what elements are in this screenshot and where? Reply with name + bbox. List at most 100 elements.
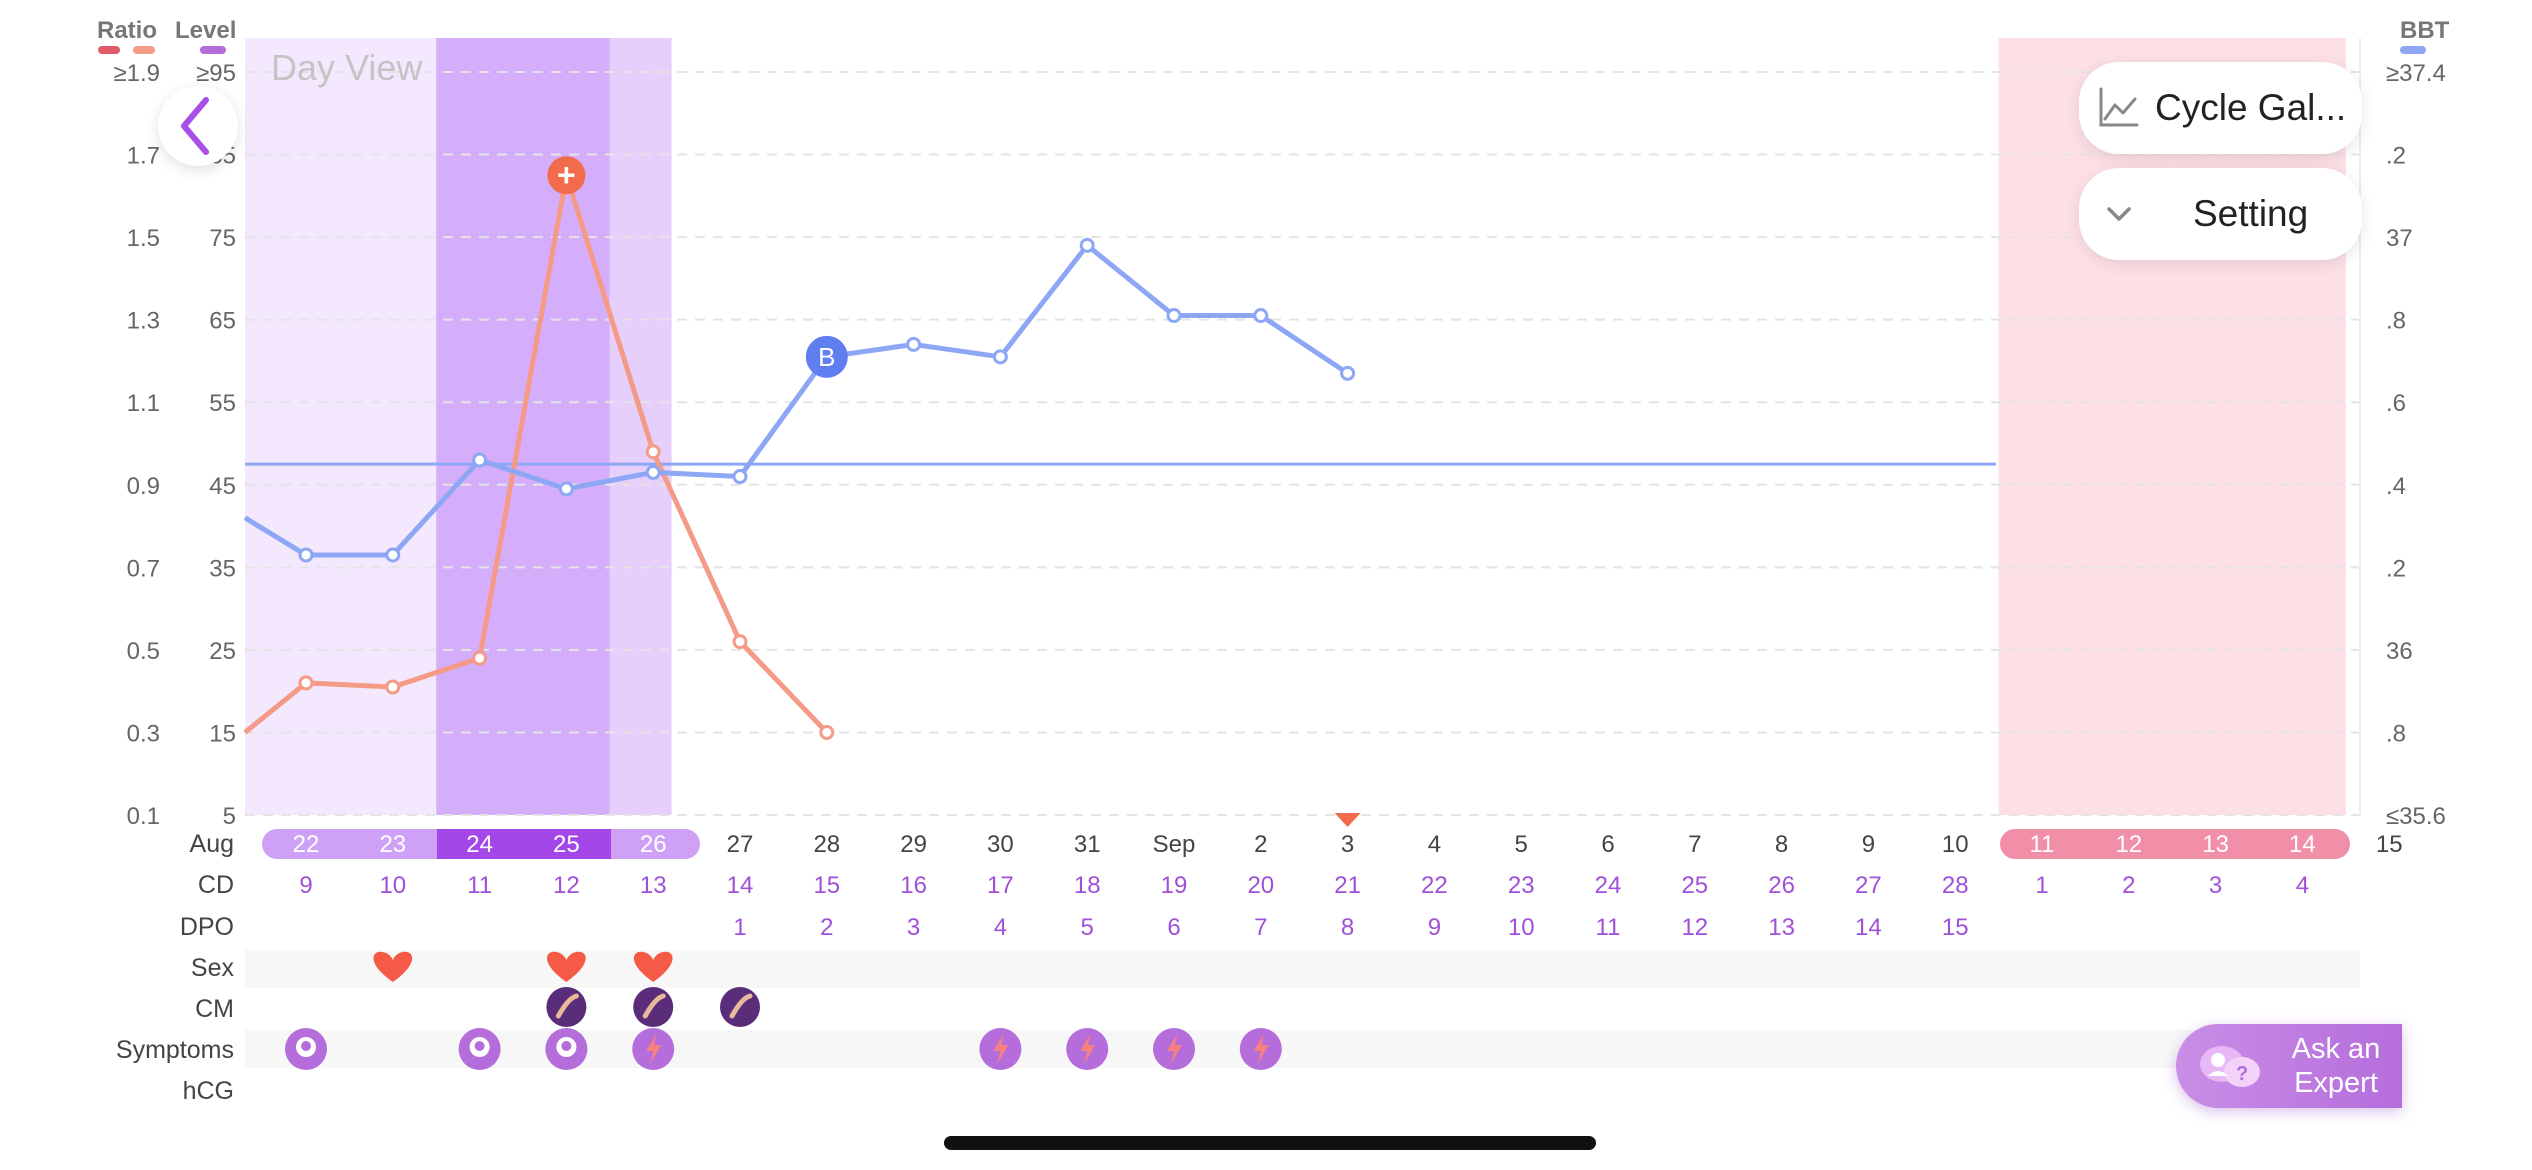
date-label[interactable]: 8	[1775, 831, 1788, 858]
date-label[interactable]: 30	[987, 831, 1014, 858]
bbt-data-point[interactable]	[472, 452, 488, 468]
bbt-tick: .8	[2386, 308, 2406, 335]
date-label[interactable]: 25	[553, 831, 580, 858]
cycle-day-label: 27	[1855, 872, 1882, 899]
ratio-color-swatch	[98, 46, 120, 54]
cycle-day-label: 18	[1074, 872, 1101, 899]
ovary-glyph-inner	[301, 1041, 311, 1051]
cycle-gallery-button[interactable]: Cycle Gal...	[2079, 62, 2362, 154]
date-label[interactable]: 14	[2289, 831, 2316, 858]
cycle-day-label: 9	[299, 872, 312, 899]
ratio-tick: 1.7	[127, 143, 160, 170]
date-label[interactable]: 23	[379, 831, 406, 858]
bbt-header: BBT	[2400, 17, 2450, 44]
cycle-day-label: 3	[2209, 872, 2222, 899]
setting-button[interactable]: Setting	[2079, 168, 2362, 260]
dpo-label: 13	[1768, 914, 1795, 941]
ratio-tick: 0.7	[127, 555, 160, 582]
date-label[interactable]: 27	[727, 831, 754, 858]
ratio-data-point[interactable]	[819, 724, 835, 740]
ratio-tick: ≥1.9	[113, 60, 160, 87]
bbt-tick: 36	[2386, 638, 2413, 665]
ratio-data-point[interactable]	[732, 634, 748, 650]
cycle-gallery-label: Cycle Gal...	[2155, 87, 2347, 128]
dpo-label: 1	[733, 914, 746, 941]
bbt-data-point[interactable]	[1253, 308, 1269, 324]
cycle-day-label: 15	[813, 872, 840, 899]
date-label[interactable]: 6	[1601, 831, 1614, 858]
bbt-data-point[interactable]	[645, 464, 661, 480]
date-label[interactable]: 11	[2030, 831, 2055, 858]
cycle-day-label: 1	[2035, 872, 2048, 899]
today-marker-icon	[1334, 813, 1361, 827]
row-label-cd: CD	[198, 871, 234, 899]
level-header: Level	[175, 17, 236, 44]
level-tick: ≥95	[196, 60, 236, 87]
dpo-label: 3	[907, 914, 920, 941]
ratio-header: Ratio	[97, 17, 157, 44]
date-label[interactable]: 29	[900, 831, 927, 858]
cycle-day-label: 14	[727, 872, 754, 899]
dpo-label: 6	[1167, 914, 1180, 941]
cycle-day-label: 4	[2296, 872, 2309, 899]
date-label[interactable]: 5	[1515, 831, 1528, 858]
level-tick: 45	[209, 473, 236, 500]
ratio-data-point[interactable]	[645, 444, 661, 460]
date-label[interactable]: 12	[2115, 831, 2142, 858]
ratio-tick: 0.5	[127, 638, 160, 665]
bbt-data-point[interactable]	[732, 469, 748, 485]
cycle-day-label: 12	[553, 872, 580, 899]
dpo-label: 5	[1081, 914, 1094, 941]
dpo-label: 10	[1508, 914, 1535, 941]
cycle-day-label: 22	[1421, 872, 1448, 899]
date-label[interactable]: 9	[1862, 831, 1875, 858]
date-label[interactable]: 15	[2376, 831, 2403, 858]
cycle-day-label: 25	[1681, 872, 1708, 899]
date-label[interactable]: 7	[1688, 831, 1701, 858]
date-label[interactable]: 31	[1074, 831, 1101, 858]
date-label[interactable]: 4	[1428, 831, 1441, 858]
date-label[interactable]: 3	[1341, 831, 1354, 858]
back-button[interactable]	[158, 86, 238, 166]
ovary-glyph-inner	[561, 1041, 572, 1051]
ask-line-1: Ask an	[2291, 1033, 2381, 1065]
bbt-tick: .2	[2386, 555, 2406, 582]
date-label[interactable]: 26	[640, 831, 667, 858]
date-label[interactable]: Sep	[1153, 831, 1196, 858]
level-tick: 25	[209, 638, 236, 665]
date-label[interactable]: 13	[2202, 831, 2229, 858]
bbt-data-point[interactable]	[558, 481, 574, 497]
ratio-data-point[interactable]	[385, 679, 401, 695]
bbt-data-point[interactable]	[1340, 365, 1356, 381]
ratio-data-point[interactable]	[298, 675, 314, 691]
expert-chat-icon: ?	[2200, 1046, 2260, 1087]
bbt-tick: ≤35.6	[2386, 803, 2446, 830]
bbt-data-point[interactable]	[1079, 237, 1095, 253]
date-label[interactable]: 22	[293, 831, 320, 858]
ovary-glyph-inner	[474, 1041, 485, 1051]
cycle-day-label: 19	[1161, 872, 1188, 899]
view-label: Day View	[271, 47, 423, 88]
bbt-data-point[interactable]	[385, 547, 401, 563]
bbt-data-point[interactable]	[992, 349, 1008, 365]
dpo-label: 9	[1428, 914, 1441, 941]
bbt-tick: .6	[2386, 390, 2406, 417]
bbt-data-point[interactable]	[1166, 308, 1182, 324]
bbt-data-point[interactable]	[906, 336, 922, 352]
bbt-data-point[interactable]	[298, 547, 314, 563]
bbt-tick: ≥37.4	[2386, 60, 2446, 87]
date-label[interactable]: 28	[813, 831, 840, 858]
cycle-day-label: 11	[467, 872, 492, 899]
cycle-day-label: 2	[2122, 872, 2135, 899]
home-indicator[interactable]	[944, 1136, 1596, 1150]
level-tick: 35	[209, 555, 236, 582]
date-label[interactable]: 2	[1254, 831, 1267, 858]
level-tick: 65	[209, 308, 236, 335]
cycle-day-label: 16	[900, 872, 927, 899]
ask-an-expert-button[interactable]: ? Ask an Expert	[2176, 1024, 2402, 1108]
date-label[interactable]: 10	[1942, 831, 1969, 858]
cycle-day-label: 23	[1508, 872, 1535, 899]
ratio-data-point[interactable]	[472, 650, 488, 666]
date-label[interactable]: 24	[466, 831, 493, 858]
dpo-label: 11	[1596, 914, 1621, 941]
